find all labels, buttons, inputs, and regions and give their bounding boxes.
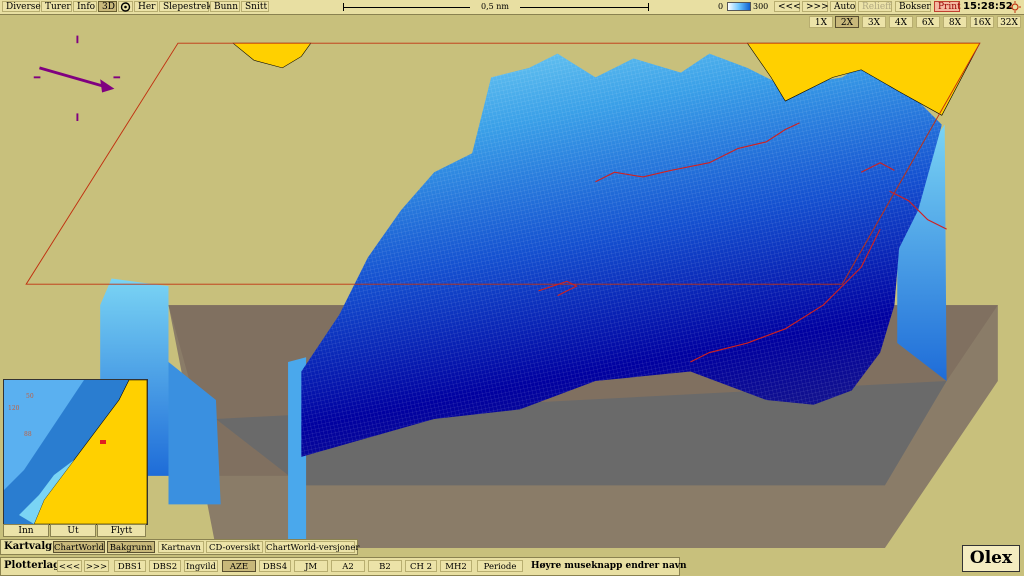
depth-legend-bar[interactable] (727, 2, 751, 11)
kartvalg-chartworld-versjoner[interactable]: ChartWorld-versjoner (265, 541, 359, 553)
menu-her[interactable]: Her (134, 1, 158, 12)
menu-diverse[interactable]: Diverse (2, 1, 41, 12)
depth-legend-max: 300 (753, 2, 769, 11)
compass-icon (120, 2, 131, 12)
plotterlag-ingvild[interactable]: Ingvild (184, 560, 218, 572)
print-button[interactable]: Print (934, 1, 961, 12)
zoom-1x[interactable]: 1X (809, 16, 833, 28)
bokser-button[interactable]: Bokser (895, 1, 931, 12)
olex-logo: Olex (962, 545, 1020, 572)
heading-arrow-icon (33, 35, 121, 121)
menu-compass[interactable] (118, 1, 133, 12)
overview-minimap[interactable]: 50 120 88 (3, 379, 148, 525)
plotterlag-mh2[interactable]: MH2 (440, 560, 472, 572)
menu-info[interactable]: Info (73, 1, 97, 12)
kartvalg-cd-oversikt[interactable]: CD-oversikt (206, 541, 263, 553)
plotterlag-b2[interactable]: B2 (368, 560, 402, 572)
sun-icon[interactable] (1009, 1, 1021, 13)
menu-bunn[interactable]: Bunn (210, 1, 240, 12)
zoom-32x[interactable]: 32X (997, 16, 1021, 28)
menu-snitt[interactable]: Snitt (241, 1, 269, 12)
zoom-3x[interactable]: 3X (862, 16, 886, 28)
plotterlag-a2[interactable]: A2 (331, 560, 365, 572)
kartvalg-bakgrunn[interactable]: Bakgrunn (107, 541, 155, 553)
minimap-flytt-button[interactable]: Flytt (97, 524, 146, 537)
plotterlag-hint: Høyre museknapp endrer navn (531, 561, 687, 571)
prev-button[interactable]: <<< (774, 1, 801, 12)
plotterlag-jm[interactable]: JM (294, 560, 328, 572)
minimap-inn-button[interactable]: Inn (3, 524, 49, 537)
zoom-16x[interactable]: 16X (970, 16, 994, 28)
zoom-4x[interactable]: 4X (889, 16, 913, 28)
minimap-label-2: 120 (8, 405, 20, 412)
bathymetry-3d-view[interactable] (0, 28, 1024, 548)
clock: 15:28:52 (963, 1, 1013, 12)
auto-button[interactable]: Auto (830, 1, 856, 12)
scale-bar-right-tick (648, 3, 649, 11)
minimap-ut-button[interactable]: Ut (50, 524, 96, 537)
plotterlag-aze[interactable]: AZE (222, 560, 256, 572)
kartvalg-label: Kartvalg (4, 541, 53, 552)
kartvalg-kartnavn[interactable]: Kartnavn (158, 541, 204, 553)
plotterlag-ch2[interactable]: CH 2 (405, 560, 437, 572)
kartvalg-chartworld[interactable]: ChartWorld (53, 541, 105, 553)
plotterlag-dbs4[interactable]: DBS4 (259, 560, 291, 572)
menu-slepestrek[interactable]: Slepestrek (159, 1, 212, 12)
zoom-8x[interactable]: 8X (943, 16, 967, 28)
plotterlag-dbs1[interactable]: DBS1 (114, 560, 146, 572)
zoom-2x[interactable]: 2X (835, 16, 859, 28)
menu-turer[interactable]: Turer (41, 1, 72, 12)
relieff-button[interactable]: Relieff (858, 1, 892, 12)
plotterlag-next[interactable]: >>> (84, 560, 109, 572)
zoom-6x[interactable]: 6X (916, 16, 940, 28)
plotterlag-dbs2[interactable]: DBS2 (149, 560, 181, 572)
depth-legend-min: 0 (718, 2, 724, 11)
plotterlag-prev[interactable]: <<< (57, 560, 82, 572)
land-left (232, 42, 312, 69)
next-button[interactable]: >>> (802, 1, 829, 12)
scale-bar-label: 0,5 nm (470, 2, 520, 11)
plotterlag-periode[interactable]: Periode (477, 560, 523, 572)
plotterlag-label: Plotterlag (4, 560, 61, 571)
minimap-label-1: 50 (26, 393, 34, 400)
minimap-label-3: 88 (24, 431, 32, 438)
menu-3d[interactable]: 3D (98, 1, 117, 12)
